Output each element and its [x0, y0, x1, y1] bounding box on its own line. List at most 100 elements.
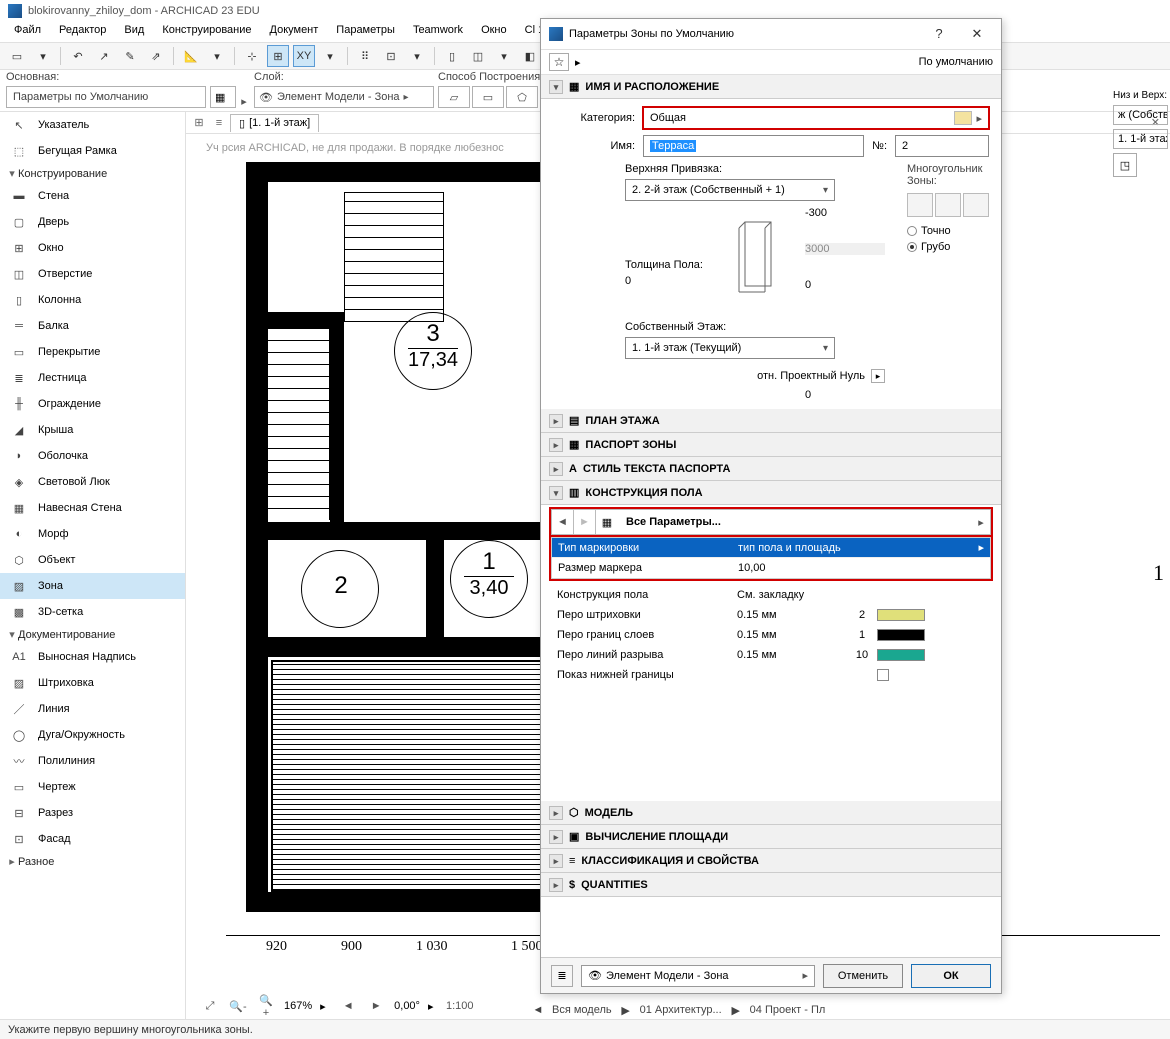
param-prev-icon[interactable]: ◄: [552, 510, 574, 534]
zoom-pct[interactable]: 167%: [284, 1000, 312, 1012]
tool-drawing[interactable]: ▭Чертеж: [0, 774, 185, 800]
all-params-bar[interactable]: ◄ ► ▦ Все Параметры... ▸: [551, 509, 991, 535]
measure-icon[interactable]: 📐: [180, 45, 202, 67]
tool-wall[interactable]: ▬Стена: [0, 183, 185, 209]
close-icon[interactable]: ✕: [961, 20, 993, 48]
footer-layer-select[interactable]: 👁Элемент Модели - Зона: [581, 965, 815, 987]
section-floor-plan[interactable]: ▸▤ПЛАН ЭТАЖА: [541, 409, 1001, 433]
section-construction[interactable]: ▾Конструирование: [0, 164, 185, 183]
top-offset-input[interactable]: -300: [805, 207, 885, 219]
section-classification[interactable]: ▸≡КЛАССИФИКАЦИЯ И СВОЙСТВА: [541, 849, 1001, 873]
dropdown2-icon[interactable]: ▾: [206, 45, 228, 67]
section-model[interactable]: ▸⬡МОДЕЛЬ: [541, 801, 1001, 825]
zoom-angle[interactable]: 0,00°: [394, 1000, 420, 1012]
tool-object[interactable]: ⬡Объект: [0, 547, 185, 573]
poly-mode-2-icon[interactable]: [935, 193, 961, 217]
tool-fill[interactable]: ▨Штриховка: [0, 670, 185, 696]
zoom-in-icon[interactable]: 🔍+: [256, 994, 276, 1019]
scale-icon[interactable]: 1:100: [446, 1000, 466, 1012]
snap2-icon[interactable]: ⊞: [267, 45, 289, 67]
section-quantities[interactable]: ▸$QUANTITIES: [541, 873, 1001, 897]
tool-pointer[interactable]: ↖Указатель: [0, 112, 185, 138]
cancel-button[interactable]: Отменить: [823, 964, 903, 988]
tool-elevation[interactable]: ⊡Фасад: [0, 826, 185, 852]
star-icon[interactable]: ☆: [549, 53, 569, 71]
dropdown3-icon[interactable]: ▾: [319, 45, 341, 67]
method-1-icon[interactable]: ▱: [438, 86, 470, 108]
list-icon[interactable]: ≡: [210, 114, 228, 132]
tool-column[interactable]: ▯Колонна: [0, 287, 185, 313]
menu-document[interactable]: Документ: [262, 22, 327, 42]
gridsnap-icon[interactable]: ⊡: [380, 45, 402, 67]
page-icon[interactable]: ▯: [441, 45, 463, 67]
overlay-icon[interactable]: ◧: [519, 45, 541, 67]
tool-morph[interactable]: ◐Морф: [0, 521, 185, 547]
tool-window[interactable]: ⊞Окно: [0, 235, 185, 261]
section-zone-stamp[interactable]: ▸▦ПАСПОРТ ЗОНЫ: [541, 433, 1001, 457]
next-view-icon[interactable]: ►: [366, 1000, 386, 1012]
inject-icon[interactable]: ⇗: [145, 45, 167, 67]
dropdown-icon[interactable]: ▾: [32, 45, 54, 67]
tool-label[interactable]: A1Выносная Надпись: [0, 644, 185, 670]
layer-combo[interactable]: 👁 Элемент Модели - Зона: [254, 86, 434, 108]
section-misc[interactable]: ▸Разное: [0, 852, 185, 871]
row-mark-type[interactable]: Тип маркировки тип пола и площадь ▸: [552, 538, 990, 558]
section-floor-construction[interactable]: ▾▥КОНСТРУКЦИЯ ПОЛА: [541, 481, 1001, 505]
menu-window[interactable]: Окно: [473, 22, 515, 42]
menu-options[interactable]: Параметры: [328, 22, 403, 42]
tool-zone[interactable]: ▨Зона: [0, 573, 185, 599]
zoom-out-icon[interactable]: 🔍‐: [228, 1000, 248, 1013]
new-icon[interactable]: ▭: [6, 45, 28, 67]
snap3-icon[interactable]: XY: [293, 45, 315, 67]
own-story-select[interactable]: 1. 1-й этаж (Текущий): [625, 337, 835, 359]
param-next-icon[interactable]: ►: [574, 510, 596, 534]
pick-icon[interactable]: ↗: [93, 45, 115, 67]
method-2-icon[interactable]: ▭: [472, 86, 504, 108]
tool-opening[interactable]: ◫Отверстие: [0, 261, 185, 287]
tool-skylight[interactable]: ◈Световой Люк: [0, 469, 185, 495]
navtab-arch[interactable]: 01 Архитектур...: [634, 1004, 728, 1016]
menu-design[interactable]: Конструирование: [154, 22, 259, 42]
dropdown5-icon[interactable]: ▾: [493, 45, 515, 67]
poly-mode-1-icon[interactable]: [907, 193, 933, 217]
method-3-icon[interactable]: ⬠: [506, 86, 538, 108]
tool-roof[interactable]: ◢Крыша: [0, 417, 185, 443]
default-params-field[interactable]: Параметры по Умолчанию: [6, 86, 206, 108]
trace-icon[interactable]: ◫: [467, 45, 489, 67]
menu-edit[interactable]: Редактор: [51, 22, 114, 42]
fit-icon[interactable]: ⤢: [200, 1000, 220, 1013]
bottom-story-field[interactable]: 1. 1-й этаж (Текущий): [1113, 129, 1168, 149]
tool-railing[interactable]: ╫Ограждение: [0, 391, 185, 417]
tool-beam[interactable]: ═Балка: [0, 313, 185, 339]
param-go-icon[interactable]: ▸: [972, 516, 990, 529]
tool-polyline[interactable]: 〰Полилиния: [0, 748, 185, 774]
menu-view[interactable]: Вид: [116, 22, 152, 42]
menu-teamwork[interactable]: Teamwork: [405, 22, 471, 42]
thumbnails-icon[interactable]: ⊞: [190, 114, 208, 132]
section-stamp-text[interactable]: ▸AСТИЛЬ ТЕКСТА ПАСПОРТА: [541, 457, 1001, 481]
tool-section[interactable]: ⊟Разрез: [0, 800, 185, 826]
extrude-icon[interactable]: ◳: [1113, 153, 1137, 177]
navtab-all-model[interactable]: Вся модель: [546, 1004, 618, 1016]
top-story-field[interactable]: ж (Собственный + 1): [1113, 105, 1168, 125]
num-input[interactable]: 2: [895, 135, 989, 157]
toplink-select[interactable]: 2. 2-й этаж (Собственный + 1): [625, 179, 835, 201]
navtab-prev-icon[interactable]: ◄: [530, 1004, 546, 1016]
tool-curtain[interactable]: ▦Навесная Стена: [0, 495, 185, 521]
name-input[interactable]: Терраса: [643, 135, 864, 157]
tool-arc[interactable]: ◯Дуга/Окружность: [0, 722, 185, 748]
section-area-calc[interactable]: ▸▣ВЫЧИСЛЕНИЕ ПЛОЩАДИ: [541, 825, 1001, 849]
radio-rough[interactable]: Грубо: [907, 241, 989, 253]
bottom-offset-input[interactable]: 0: [805, 279, 885, 291]
ok-button[interactable]: ОК: [911, 964, 991, 988]
tool-marquee[interactable]: ⬚Бегущая Рамка: [0, 138, 185, 164]
grid-icon[interactable]: ⠿: [354, 45, 376, 67]
show-bottom-check[interactable]: [877, 669, 889, 681]
tool-stair[interactable]: ≣Лестница: [0, 365, 185, 391]
section-document[interactable]: ▾Документирование: [0, 625, 185, 644]
section-name-location[interactable]: ▾▦ ИМЯ И РАСПОЛОЖЕНИЕ: [541, 75, 1001, 99]
tool-line[interactable]: ／Линия: [0, 696, 185, 722]
layer-icon[interactable]: ≣: [551, 965, 573, 987]
menu-file[interactable]: Файл: [6, 22, 49, 42]
dropdown4-icon[interactable]: ▾: [406, 45, 428, 67]
